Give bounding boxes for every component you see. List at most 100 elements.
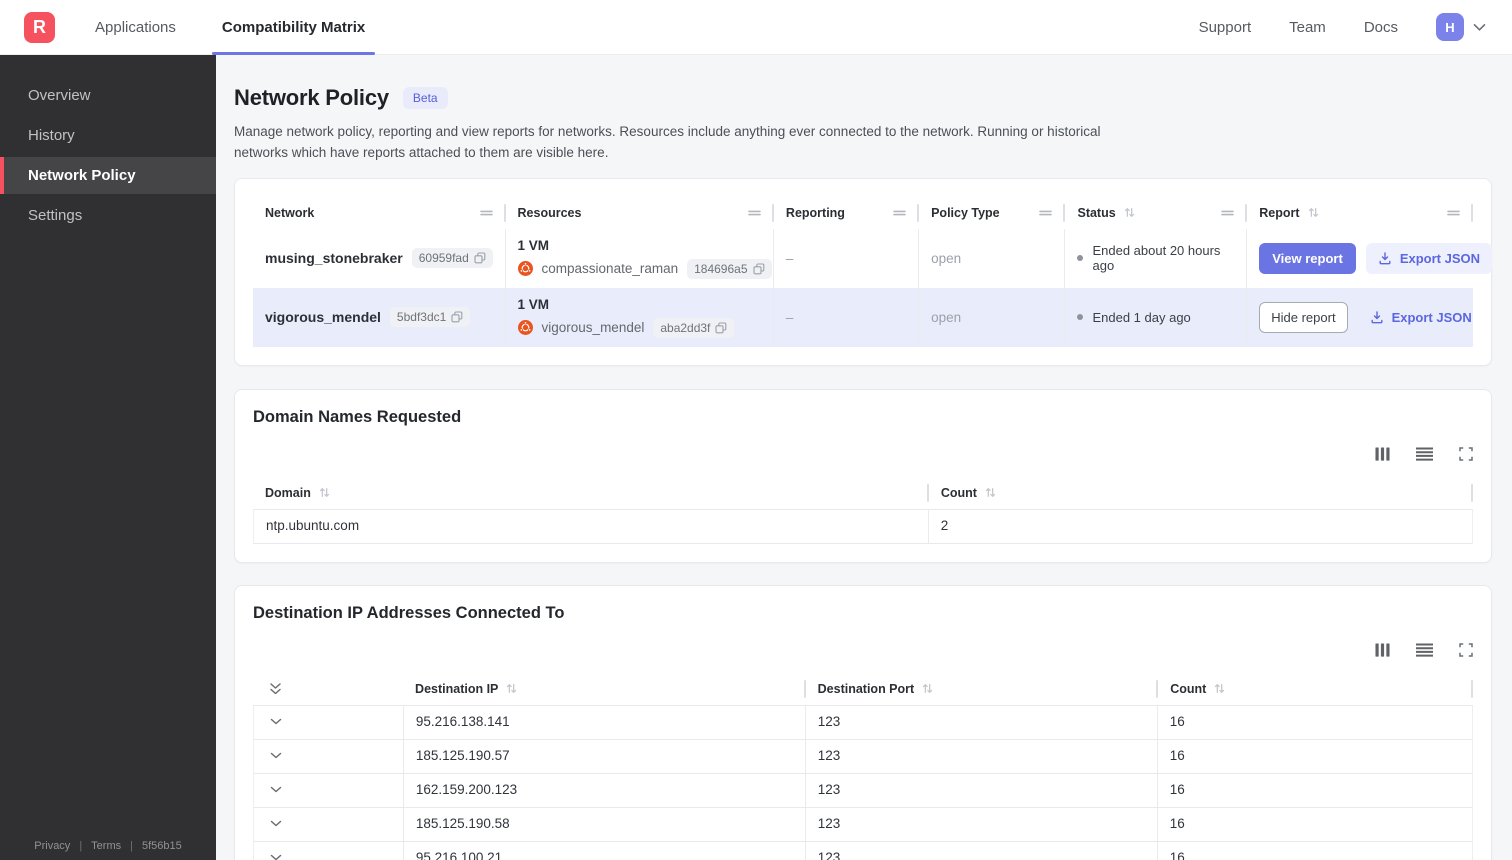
nav-link-team[interactable]: Team [1289, 19, 1326, 36]
expander-cell [254, 773, 404, 807]
domains-table-body: ntp.ubuntu.com 2 [253, 508, 1473, 544]
domains-table-header: Domain Count [253, 477, 1474, 509]
rows-view-icon[interactable] [1416, 643, 1433, 657]
view-report-button[interactable]: View report [1259, 242, 1356, 274]
column-resize-handle-icon[interactable] [747, 209, 762, 217]
column-header-reporting[interactable]: Reporting [774, 197, 920, 229]
tab-compatibility-matrix[interactable]: Compatibility Matrix [211, 0, 376, 55]
column-resize-handle-icon[interactable] [892, 209, 907, 217]
row-expand-icon[interactable] [270, 786, 282, 794]
page-title: Network Policy [234, 85, 389, 110]
destinations-table-body: 95.216.138.141 123 16 185.125.190.57 123… [253, 704, 1473, 860]
status-text: Ended about 20 hours ago [1092, 243, 1221, 274]
rows-view-icon[interactable] [1416, 447, 1433, 461]
export-json-label: Export JSON [1391, 309, 1472, 325]
sort-icon [1123, 206, 1136, 219]
policy-type-value: open [931, 309, 962, 325]
count-cell: 16 [1169, 816, 1185, 832]
sidebar-item-history[interactable]: History [0, 117, 216, 154]
sidebar-footer: Privacy | Terms | 5f56b15 [0, 840, 216, 852]
column-label: Count [940, 485, 977, 500]
row-expand-icon[interactable] [270, 854, 282, 860]
export-json-button[interactable]: Export JSON [1358, 302, 1484, 333]
domains-card-title: Domain Names Requested [253, 407, 462, 426]
column-resize-handle-icon[interactable] [1220, 209, 1235, 217]
column-header-count[interactable]: Count [929, 477, 1474, 509]
footer-divider: | [130, 840, 133, 852]
expand-all-icon[interactable] [269, 682, 282, 696]
expander-cell [254, 841, 404, 860]
sidebar: Overview History Network Policy Settings… [0, 55, 216, 860]
copy-icon[interactable] [451, 311, 463, 323]
nav-right: Support Team Docs H [1199, 13, 1486, 41]
column-header-domain[interactable]: Domain [253, 477, 929, 509]
column-label: Destination IP [415, 681, 499, 696]
column-resize-handle-icon[interactable] [479, 209, 494, 217]
destinations-table-header: Destination IP Destination Port Count [253, 673, 1473, 705]
export-json-button[interactable]: Export JSON [1365, 242, 1492, 274]
count-cell: 16 [1169, 782, 1185, 798]
domain-cell: ntp.ubuntu.com [254, 509, 929, 543]
column-resize-handle-icon[interactable] [1446, 209, 1461, 217]
column-header-destination-ip[interactable]: Destination IP [403, 673, 806, 705]
tab-applications[interactable]: Applications [95, 0, 176, 55]
columns-view-icon[interactable] [1375, 447, 1390, 461]
destination-ip-cell: 185.125.190.58 [404, 807, 806, 841]
ubuntu-icon [517, 261, 533, 277]
sidebar-item-settings[interactable]: Settings [0, 197, 216, 234]
copy-icon[interactable] [715, 322, 727, 334]
column-header-network[interactable]: Network [253, 197, 506, 229]
nav-link-docs[interactable]: Docs [1364, 19, 1398, 36]
nav-link-support[interactable]: Support [1199, 19, 1252, 36]
avatar[interactable]: H [1436, 13, 1464, 41]
sidebar-item-network-policy[interactable]: Network Policy [0, 157, 216, 194]
destinations-card-title: Destination IP Addresses Connected To [253, 603, 565, 622]
export-json-label: Export JSON [1399, 250, 1480, 266]
expander-cell [254, 807, 404, 841]
destination-table-row: 95.216.138.141 123 16 [254, 705, 1472, 740]
main-content: Network Policy Beta Manage network polic… [216, 55, 1512, 860]
network-name: musing_stonebraker [265, 250, 403, 267]
network-table-row[interactable]: vigorous_mendel 5bdf3dc1 1 VM vigorous_m… [253, 287, 1473, 347]
destination-port-cell: 123 [806, 841, 1158, 860]
column-header-report[interactable]: Report [1247, 197, 1473, 229]
network-table-row[interactable]: musing_stonebraker 60959fad 1 VM compass… [253, 228, 1492, 288]
row-expand-icon[interactable] [270, 752, 282, 760]
column-header-resources[interactable]: Resources [506, 197, 775, 229]
columns-view-icon[interactable] [1375, 643, 1390, 657]
terms-link[interactable]: Terms [91, 840, 121, 852]
domains-toolbar [253, 445, 1473, 463]
sort-icon [505, 682, 518, 695]
expand-all-header[interactable] [253, 673, 403, 705]
reporting-value: – [785, 309, 794, 325]
fullscreen-icon[interactable] [1459, 447, 1473, 461]
column-header-destination-port[interactable]: Destination Port [806, 673, 1159, 705]
fullscreen-icon[interactable] [1459, 643, 1473, 657]
copy-icon[interactable] [474, 252, 486, 264]
column-header-status[interactable]: Status [1065, 197, 1248, 229]
network-id: 5bdf3dc1 [396, 310, 447, 325]
sort-icon [1213, 682, 1226, 695]
reporting-cell: – [774, 287, 920, 347]
column-header-policy-type[interactable]: Policy Type [919, 197, 1066, 229]
domains-table: Domain Count ntp.ubuntu.com 2 [253, 477, 1474, 544]
page-description: Manage network policy, reporting and vie… [234, 124, 1101, 160]
sort-icon [921, 682, 934, 695]
user-menu[interactable]: H [1436, 13, 1486, 41]
column-header-count[interactable]: Count [1158, 673, 1473, 705]
download-icon [1370, 310, 1384, 324]
status-cell: Ended 1 day ago [1065, 287, 1248, 347]
hide-report-button[interactable]: Hide report [1259, 301, 1348, 333]
destinations-card: Destination IP Addresses Connected To De… [234, 584, 1492, 860]
page-head: Network Policy Beta [234, 85, 1492, 111]
sidebar-item-overview[interactable]: Overview [0, 77, 216, 114]
top-navbar: R Applications Compatibility Matrix Supp… [0, 0, 1512, 55]
column-resize-handle-icon[interactable] [1038, 209, 1053, 217]
copy-icon[interactable] [752, 263, 765, 275]
reporting-value: – [785, 250, 794, 266]
vm-summary: 1 VM [517, 296, 550, 312]
row-expand-icon[interactable] [270, 820, 282, 828]
app-logo[interactable]: R [24, 11, 55, 43]
row-expand-icon[interactable] [270, 718, 282, 726]
privacy-link[interactable]: Privacy [34, 840, 70, 852]
